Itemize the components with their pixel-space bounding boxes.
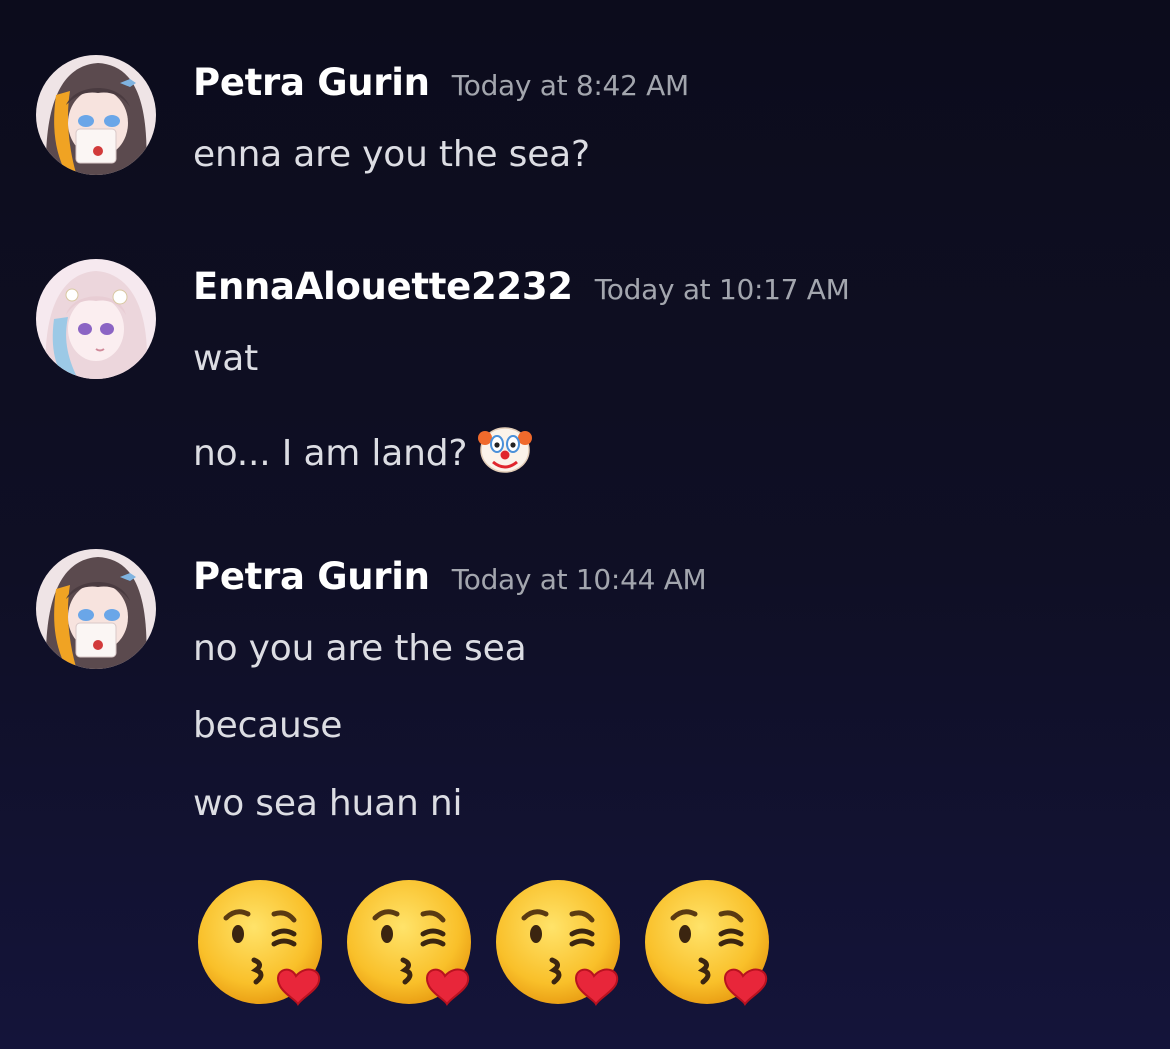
username[interactable]: Petra Gurin (193, 555, 430, 598)
avatar-petra-gurin[interactable] (36, 55, 156, 175)
message-text: wat (193, 338, 259, 379)
message-header: EnnaAlouette2232 Today at 10:17 AM (193, 265, 850, 308)
message-text: no... I am land? (193, 433, 468, 474)
avatar-petra-gurin[interactable] (36, 549, 156, 669)
message-text: because (193, 705, 343, 746)
username[interactable]: EnnaAlouette2232 (193, 265, 573, 308)
message-header: Petra Gurin Today at 8:42 AM (193, 61, 689, 104)
username[interactable]: Petra Gurin (193, 61, 430, 104)
message-text: enna are you the sea? (193, 134, 590, 175)
avatar-enna-alouette[interactable] (36, 259, 156, 379)
jumbo-emoji-line (196, 878, 787, 1008)
timestamp[interactable]: Today at 8:42 AM (452, 69, 690, 102)
message-text: no you are the sea (193, 628, 527, 669)
timestamp[interactable]: Today at 10:44 AM (452, 563, 707, 596)
chat-message-list: Petra Gurin Today at 8:42 AM enna are you… (0, 0, 1170, 1049)
clown-face-emoji-icon (477, 422, 533, 483)
message-text-with-emoji: no... I am land? (193, 422, 533, 483)
face-blowing-a-kiss-emoji-icon (196, 878, 328, 1008)
face-blowing-a-kiss-emoji-icon (643, 878, 775, 1008)
face-blowing-a-kiss-emoji-icon (494, 878, 626, 1008)
message-header: Petra Gurin Today at 10:44 AM (193, 555, 707, 598)
face-blowing-a-kiss-emoji-icon (345, 878, 477, 1008)
message-text: wo sea huan ni (193, 783, 463, 824)
timestamp[interactable]: Today at 10:17 AM (595, 273, 850, 306)
